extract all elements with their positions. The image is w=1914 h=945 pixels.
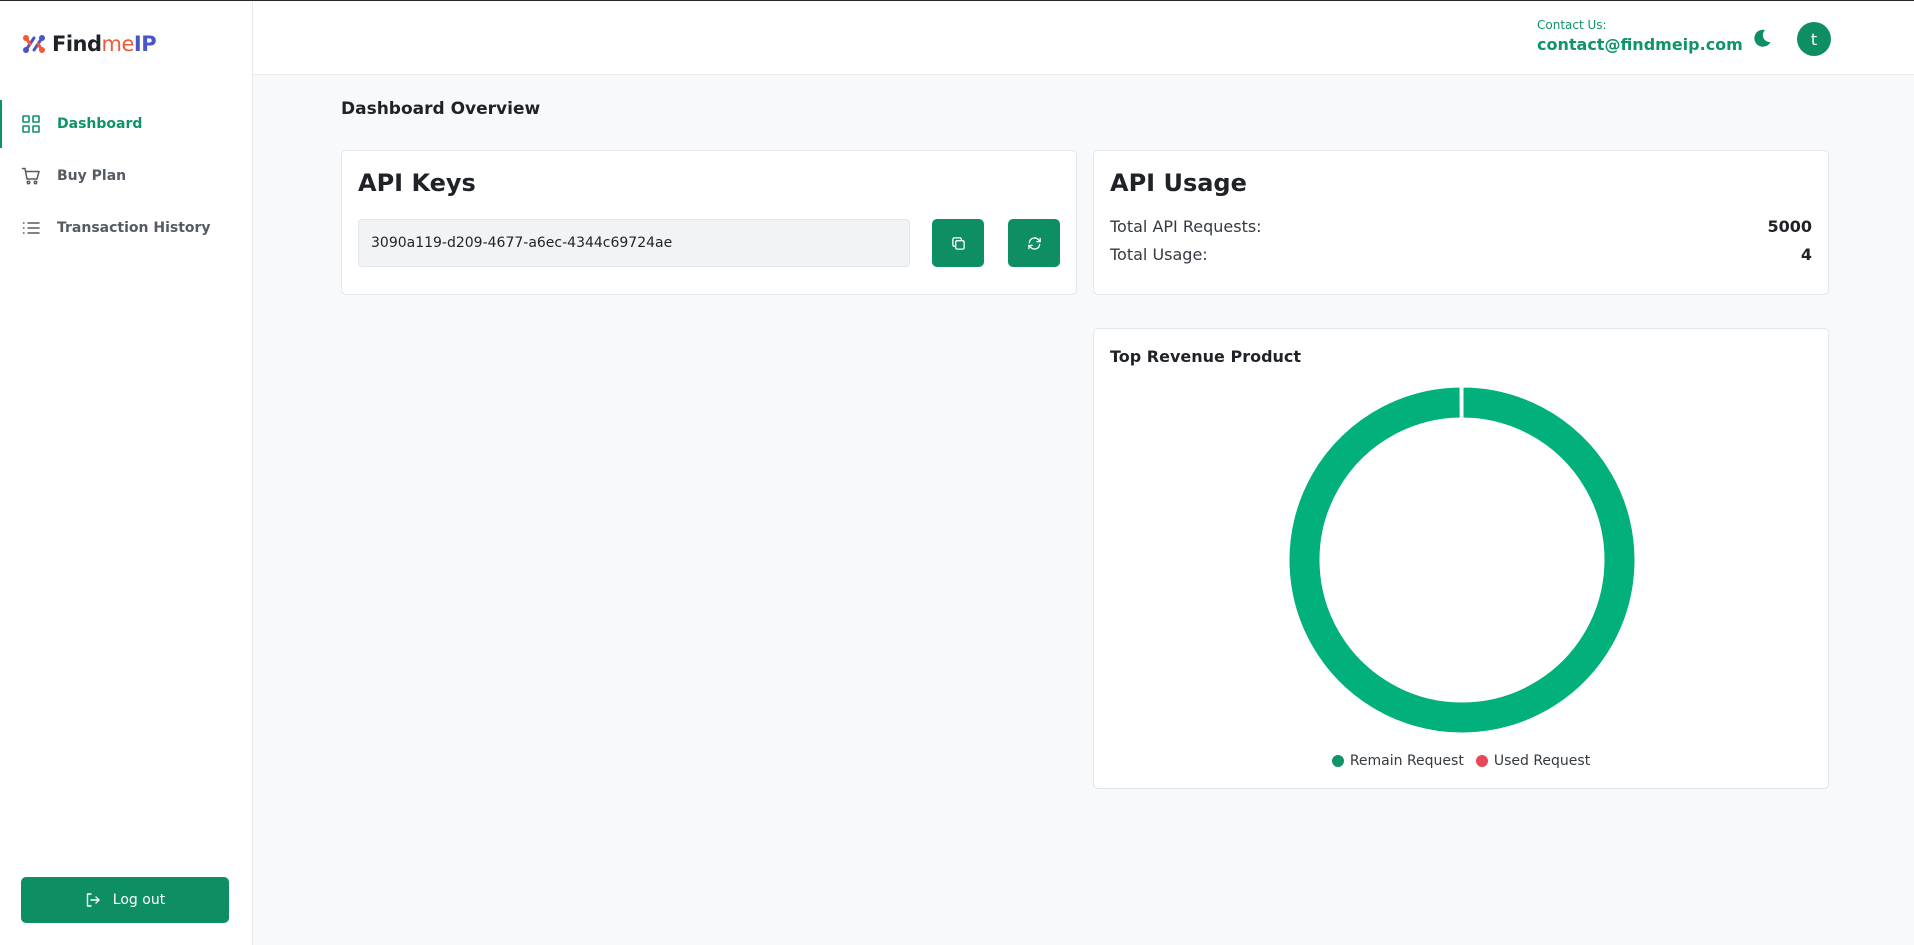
copy-key-button[interactable]	[932, 219, 984, 267]
sidebar-nav: Dashboard Buy Plan Transaction History	[0, 98, 253, 254]
sidebar: FindmeIP Dashboard Buy Plan Transaction …	[0, 2, 253, 945]
copy-icon	[951, 236, 965, 250]
page-title: Dashboard Overview	[341, 99, 541, 119]
top-bar: Contact Us: contact@findmeip.com t	[253, 2, 1914, 75]
legend-dot	[1475, 755, 1488, 767]
legend-dot	[1331, 755, 1344, 767]
logo-icon	[23, 35, 45, 53]
brand-part-ip: IP	[133, 32, 157, 56]
sidebar-item-dashboard[interactable]: Dashboard	[0, 98, 253, 150]
total-requests-row: Total API Requests: 5000	[1110, 217, 1812, 236]
donut-slice-remain-request[interactable]	[1287, 385, 1637, 735]
chart-card: Top Revenue Product Remain Request Used …	[1093, 328, 1829, 789]
grid-icon	[22, 115, 40, 133]
contact-label: Contact Us:	[1537, 18, 1607, 32]
total-requests-value: 5000	[1767, 217, 1812, 236]
brand-logo[interactable]: FindmeIP	[20, 29, 157, 59]
sidebar-item-label: Buy Plan	[57, 168, 127, 184]
chart-legend: Remain Request Used Request	[1094, 753, 1828, 769]
cart-icon	[21, 167, 40, 185]
api-usage-title: API Usage	[1110, 169, 1247, 197]
logout-label: Log out	[112, 892, 166, 908]
sidebar-item-label: Dashboard	[57, 116, 143, 132]
total-usage-row: Total Usage: 4	[1110, 245, 1812, 264]
refresh-icon	[1027, 236, 1041, 250]
brand-name: FindmeIP	[52, 32, 157, 56]
sidebar-item-buy-plan[interactable]: Buy Plan	[0, 150, 253, 202]
legend-item-remain[interactable]: Remain Request	[1331, 753, 1464, 769]
list-icon	[22, 222, 40, 234]
donut-slice-used-request[interactable]	[1459, 385, 1464, 421]
brand-part-find: Find	[52, 32, 102, 56]
logout-button[interactable]: Log out	[21, 877, 229, 923]
sidebar-item-transaction-history[interactable]: Transaction History	[0, 202, 253, 254]
api-key-field[interactable]	[358, 219, 910, 267]
moon-icon[interactable]	[1751, 27, 1773, 49]
total-usage-value: 4	[1800, 245, 1812, 264]
contact-info: Contact Us: contact@findmeip.com	[1537, 18, 1743, 54]
brand-part-me: me	[101, 32, 135, 56]
logout-icon	[86, 893, 100, 907]
api-keys-card: API Keys	[341, 150, 1077, 295]
donut-chart	[1287, 385, 1637, 735]
regenerate-key-button[interactable]	[1008, 219, 1060, 267]
contact-email-link[interactable]: contact@findmeip.com	[1537, 35, 1743, 54]
legend-label: Used Request	[1493, 753, 1591, 769]
chart-title: Top Revenue Product	[1110, 347, 1302, 366]
legend-label: Remain Request	[1349, 753, 1464, 769]
avatar[interactable]: t	[1797, 22, 1831, 56]
api-keys-title: API Keys	[358, 169, 476, 197]
sidebar-item-label: Transaction History	[57, 220, 211, 236]
legend-item-used[interactable]: Used Request	[1475, 753, 1591, 769]
total-requests-label: Total API Requests:	[1110, 217, 1262, 236]
api-usage-card: API Usage Total API Requests: 5000 Total…	[1093, 150, 1829, 295]
total-usage-label: Total Usage:	[1110, 245, 1208, 264]
